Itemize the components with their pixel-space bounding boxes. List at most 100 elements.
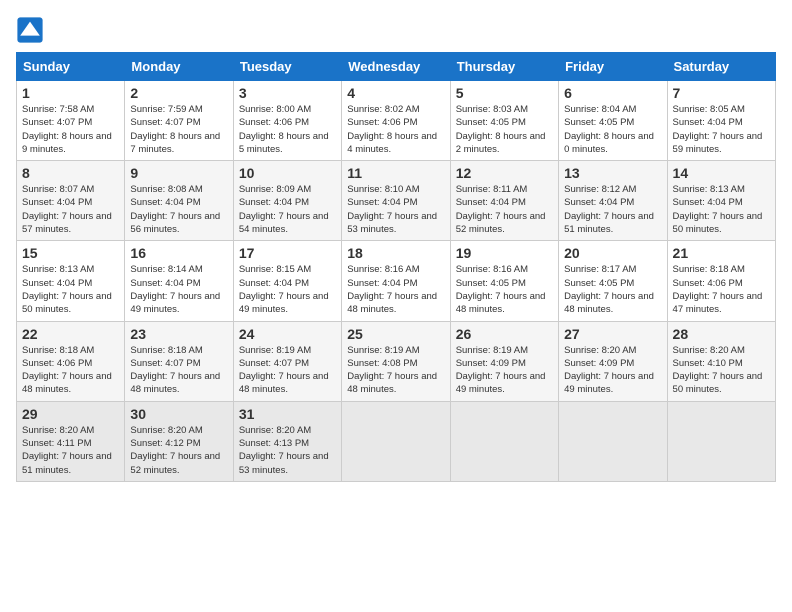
daylight-label: Daylight: 7 hours and 48 minutes. [347, 291, 437, 315]
daylight-label: Daylight: 7 hours and 48 minutes. [239, 371, 329, 395]
sunrise-label: Sunrise: 8:00 AM [239, 104, 311, 115]
sunrise-label: Sunrise: 7:59 AM [130, 104, 202, 115]
day-number: 26 [456, 326, 553, 342]
calendar-day-11: 11 Sunrise: 8:10 AMSunset: 4:04 PMDayligh… [342, 161, 450, 241]
day-number: 31 [239, 406, 336, 422]
sunset-label: Sunset: 4:04 PM [22, 197, 92, 208]
calendar-week-row: 8Sunrise: 8:07 AMSunset: 4:04 PMDaylight… [17, 161, 776, 241]
day-number: 17 [239, 245, 336, 261]
day-number: 22 [22, 326, 119, 342]
day-info: Sunrise: 7:58 AMSunset: 4:07 PMDaylight:… [22, 103, 119, 156]
day-info: Sunrise: 8:19 AMSunset: 4:09 PMDaylight:… [456, 344, 553, 397]
sunset-label: Sunset: 4:06 PM [22, 358, 92, 369]
day-number: 24 [239, 326, 336, 342]
page-container: SundayMondayTuesdayWednesdayThursdayFrid… [16, 16, 776, 482]
day-info: Sunrise: 8:20 AMSunset: 4:09 PMDaylight:… [564, 344, 661, 397]
sunset-label: Sunset: 4:07 PM [22, 117, 92, 128]
day-info: Sunrise: 7:59 AMSunset: 4:07 PMDaylight:… [130, 103, 227, 156]
day-number: 18 [347, 245, 444, 261]
daylight-label: Daylight: 8 hours and 4 minutes. [347, 131, 437, 155]
day-info: Sunrise: 8:15 AMSunset: 4:04 PMDaylight:… [239, 263, 336, 316]
day-number: 16 [130, 245, 227, 261]
day-number: 15 [22, 245, 119, 261]
day-info: Sunrise: 8:20 AMSunset: 4:12 PMDaylight:… [130, 424, 227, 477]
day-number: 4 [347, 85, 444, 101]
day-info: Sunrise: 8:12 AMSunset: 4:04 PMDaylight:… [564, 183, 661, 236]
calendar-day-10: 10Sunrise: 8:09 AMSunset: 4:04 PMDayligh… [233, 161, 341, 241]
daylight-label: Daylight: 7 hours and 56 minutes. [130, 211, 220, 235]
sunrise-label: Sunrise: 8:08 AM [130, 184, 202, 195]
daylight-label: Daylight: 8 hours and 0 minutes. [564, 131, 654, 155]
daylight-label: Daylight: 7 hours and 57 minutes. [22, 211, 112, 235]
sunset-label: Sunset: 4:06 PM [239, 117, 309, 128]
sunrise-label: Sunrise: 8:12 AM [564, 184, 636, 195]
daylight-label: Daylight: 7 hours and 52 minutes. [130, 451, 220, 475]
daylight-label: Daylight: 7 hours and 49 minutes. [130, 291, 220, 315]
sunset-label: Sunset: 4:05 PM [456, 117, 526, 128]
sunrise-label: Sunrise: 8:09 AM [239, 184, 311, 195]
sunset-label: Sunset: 4:04 PM [456, 197, 526, 208]
sunset-label: Sunset: 4:11 PM [22, 438, 92, 449]
day-number: 23 [130, 326, 227, 342]
daylight-label: Daylight: 7 hours and 50 minutes. [673, 211, 763, 235]
day-info: Sunrise: 8:19 AMSunset: 4:08 PMDaylight:… [347, 344, 444, 397]
calendar-day-empty [559, 401, 667, 481]
day-info: Sunrise: 8:10 AMSunset: 4:04 PMDaylight:… [347, 183, 444, 236]
day-number: 7 [673, 85, 770, 101]
sunrise-label: Sunrise: 8:18 AM [673, 264, 745, 275]
sunrise-label: Sunrise: 8:17 AM [564, 264, 636, 275]
daylight-label: Daylight: 7 hours and 59 minutes. [673, 131, 763, 155]
daylight-label: Daylight: 7 hours and 51 minutes. [564, 211, 654, 235]
day-number: 25 [347, 326, 444, 342]
calendar-day-25: 25 Sunrise: 8:19 AMSunset: 4:08 PMDayligh… [342, 321, 450, 401]
sunset-label: Sunset: 4:04 PM [347, 197, 417, 208]
day-number: 11 [347, 165, 444, 181]
sunset-label: Sunset: 4:04 PM [673, 117, 743, 128]
calendar-week-row: 22Sunrise: 8:18 AMSunset: 4:06 PMDayligh… [17, 321, 776, 401]
daylight-label: Daylight: 7 hours and 50 minutes. [673, 371, 763, 395]
day-info: Sunrise: 8:07 AMSunset: 4:04 PMDaylight:… [22, 183, 119, 236]
sunrise-label: Sunrise: 8:19 AM [347, 345, 419, 356]
sunrise-label: Sunrise: 8:03 AM [456, 104, 528, 115]
logo-icon [16, 16, 44, 44]
calendar-day-14: 14Sunrise: 8:13 AMSunset: 4:04 PMDayligh… [667, 161, 775, 241]
daylight-label: Daylight: 7 hours and 48 minutes. [22, 371, 112, 395]
daylight-label: Daylight: 7 hours and 48 minutes. [456, 291, 546, 315]
calendar-day-21: 21 Sunrise: 8:18 AM Sunset: 4:06 PM Dayligh… [667, 241, 775, 321]
calendar-day-2: 2 Sunrise: 7:59 AMSunset: 4:07 PMDaylight… [125, 81, 233, 161]
sunset-label: Sunset: 4:05 PM [456, 278, 526, 289]
day-info: Sunrise: 8:16 AMSunset: 4:05 PMDaylight:… [456, 263, 553, 316]
sunrise-label: Sunrise: 8:14 AM [130, 264, 202, 275]
day-info: Sunrise: 8:17 AMSunset: 4:05 PMDaylight:… [564, 263, 661, 316]
day-number: 2 [130, 85, 227, 101]
day-info: Sunrise: 8:00 AMSunset: 4:06 PMDaylight:… [239, 103, 336, 156]
sunrise-label: Sunrise: 7:58 AM [22, 104, 94, 115]
day-number: 10 [239, 165, 336, 181]
sunset-label: Sunset: 4:10 PM [673, 358, 743, 369]
day-info: Sunrise: 8:13 AMSunset: 4:04 PMDaylight:… [22, 263, 119, 316]
sunset-label: Sunset: 4:04 PM [239, 278, 309, 289]
day-number: 21 [673, 245, 770, 261]
daylight-label: Daylight: 7 hours and 49 minutes. [456, 371, 546, 395]
daylight-label: Daylight: 7 hours and 53 minutes. [347, 211, 437, 235]
sunset-label: Sunset: 4:04 PM [130, 278, 200, 289]
sunrise-label: Sunrise: 8:20 AM [22, 425, 94, 436]
calendar-day-4: 4Sunrise: 8:02 AMSunset: 4:06 PMDaylight… [342, 81, 450, 161]
sunrise-label: Sunrise: 8:13 AM [673, 184, 745, 195]
day-number: 30 [130, 406, 227, 422]
sunrise-label: Sunrise: 8:20 AM [239, 425, 311, 436]
day-number: 12 [456, 165, 553, 181]
daylight-label: Daylight: 7 hours and 47 minutes. [673, 291, 763, 315]
day-info: Sunrise: 8:04 AMSunset: 4:05 PMDaylight:… [564, 103, 661, 156]
calendar-day-26: 26 Sunrise: 8:19 AMSunset: 4:09 PMDayligh… [450, 321, 558, 401]
day-info: Sunrise: 8:11 AMSunset: 4:04 PMDaylight:… [456, 183, 553, 236]
daylight-label: Daylight: 8 hours and 2 minutes. [456, 131, 546, 155]
daylight-label: Daylight: 7 hours and 53 minutes. [239, 451, 329, 475]
sunset-label: Sunset: 4:06 PM [673, 278, 743, 289]
sunset-label: Sunset: 4:04 PM [673, 197, 743, 208]
column-header-wednesday: Wednesday [342, 53, 450, 81]
day-info: Sunrise: 8:16 AMSunset: 4:04 PMDaylight:… [347, 263, 444, 316]
sunrise-label: Sunrise: 8:19 AM [239, 345, 311, 356]
calendar-day-30: 30 Sunrise: 8:20 AMSunset: 4:12 PMDayligh… [125, 401, 233, 481]
sunset-label: Sunset: 4:04 PM [347, 278, 417, 289]
